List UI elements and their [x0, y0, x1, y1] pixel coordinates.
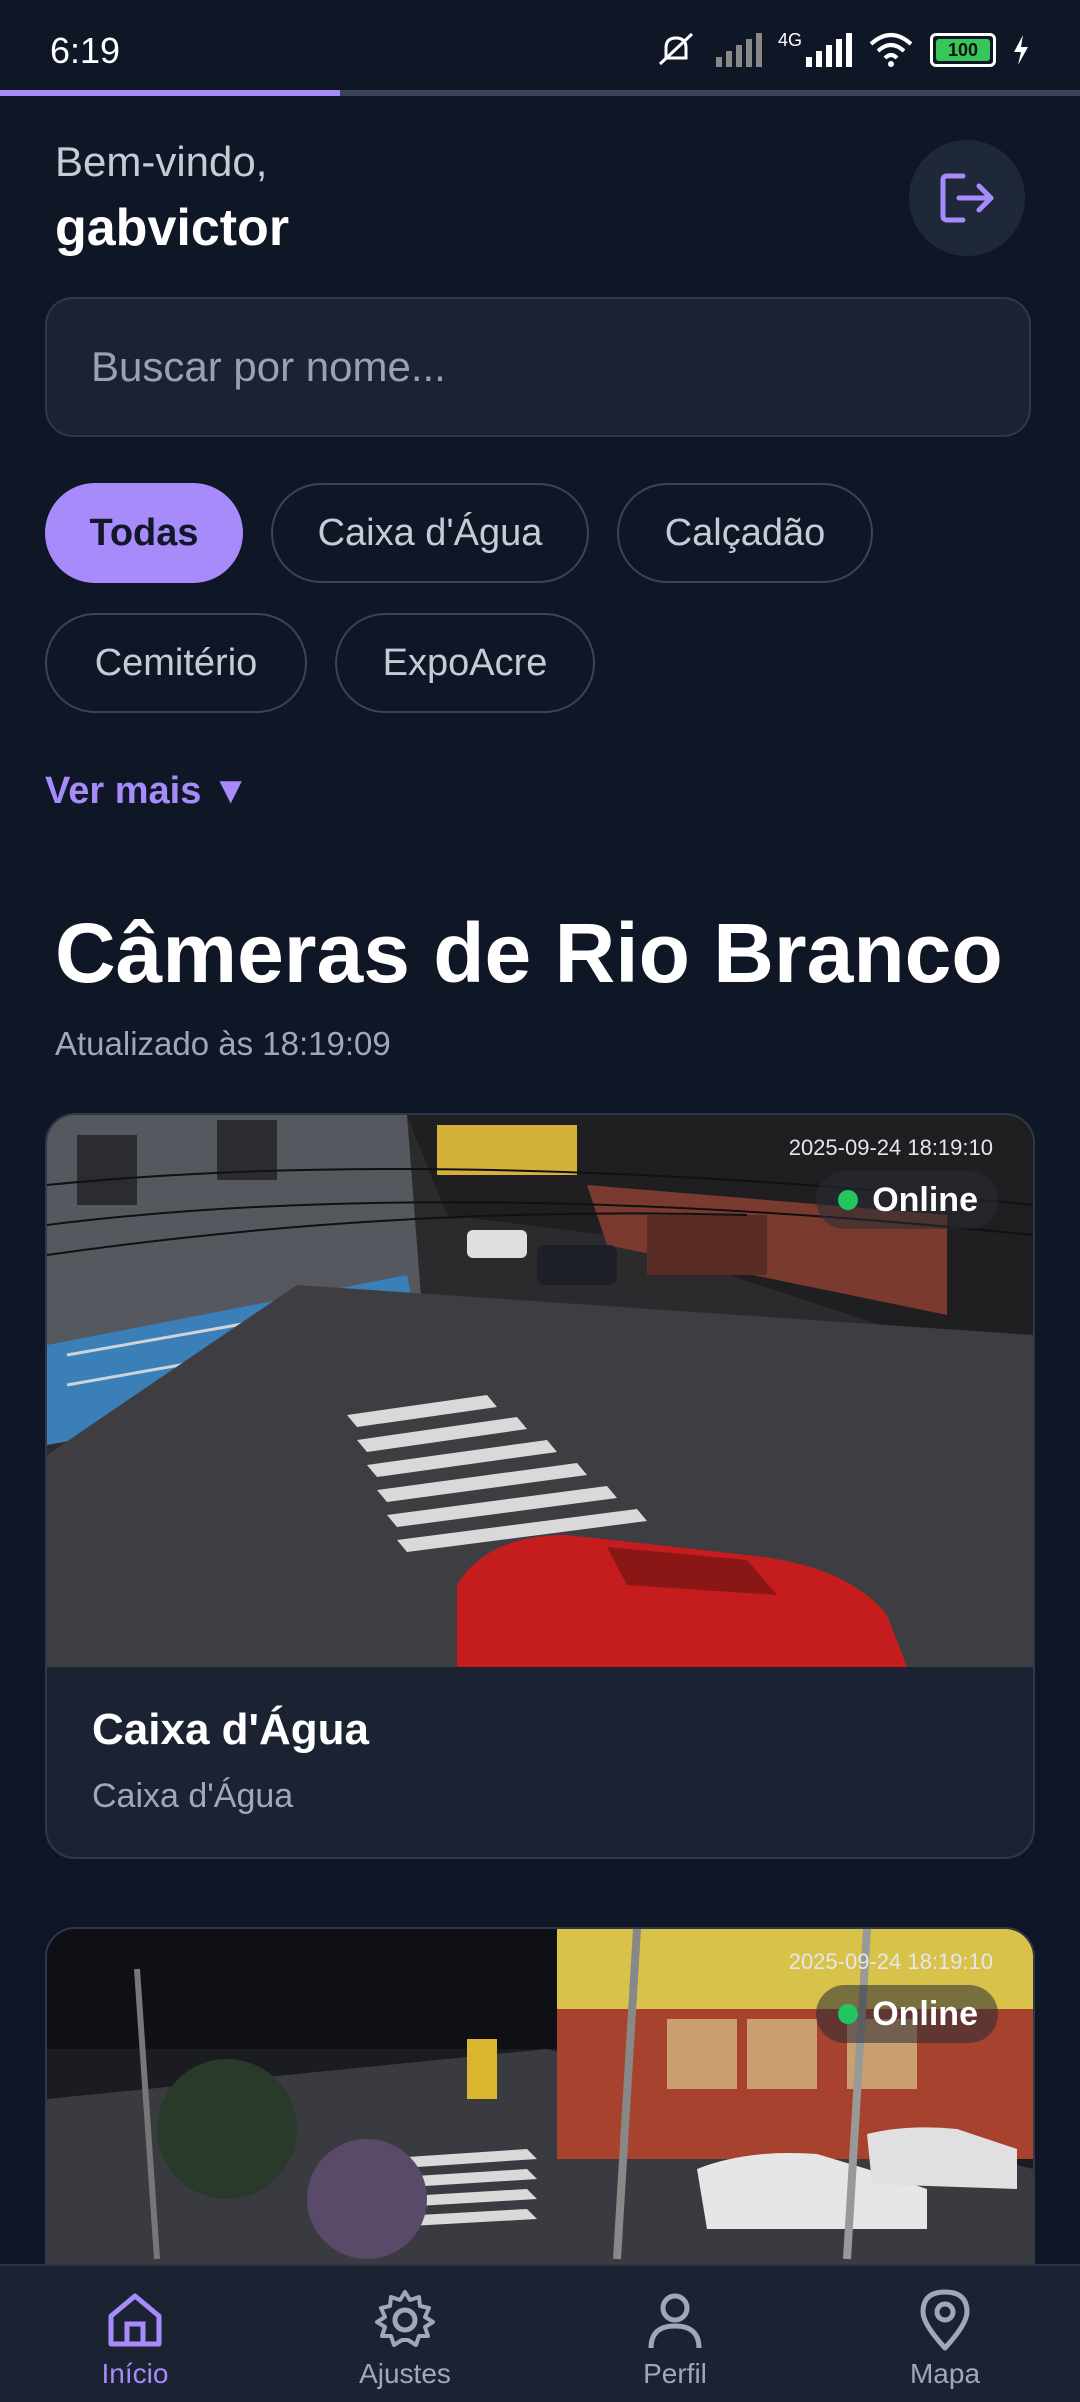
nav-label: Início: [101, 2358, 169, 2389]
mute-icon: [658, 32, 694, 66]
status-bar: 6:19 4G 100: [0, 0, 1080, 92]
search-placeholder: Buscar por nome...: [91, 343, 446, 390]
nav-item-inicio[interactable]: Início: [45, 2288, 225, 2390]
chip-caixa-dagua[interactable]: Caixa d'Água: [271, 483, 589, 583]
network-type: 4G: [777, 30, 802, 50]
camera-timestamp: 2025-09-24 18:19:10: [788, 1949, 993, 1974]
camera-feed-image[interactable]: 2025-09-24 18:19:10 Online: [47, 1929, 1033, 2305]
chip-expoacre[interactable]: ExpoAcre: [335, 613, 595, 713]
chip-calcadao[interactable]: Calçadão: [617, 483, 873, 583]
camera-location: Caixa d'Água: [92, 1777, 294, 1815]
battery-icon: 100: [930, 33, 996, 67]
battery-level: 100: [947, 39, 979, 60]
status-badge: Online: [816, 1985, 998, 2043]
page-title: Câmeras de Rio Branco: [55, 906, 1003, 1000]
camera-timestamp: 2025-09-24 18:19:10: [788, 1135, 993, 1160]
nav-label: Perfil: [643, 2358, 707, 2389]
loading-progress: [0, 90, 1080, 96]
welcome-text: Bem-vindo,: [55, 138, 268, 185]
gear-icon: [375, 2290, 435, 2347]
chip-todas[interactable]: Todas: [45, 483, 243, 583]
signal-icon: [715, 33, 762, 67]
nav-item-mapa[interactable]: Mapa: [855, 2288, 1035, 2390]
logout-button[interactable]: [909, 140, 1025, 256]
chip-cemiterio[interactable]: Cemitério: [45, 613, 307, 713]
map-pin-icon: [920, 2289, 970, 2351]
status-time: 6:19: [50, 30, 121, 71]
camera-feed-image[interactable]: 2025-09-24 18:19:10 Online: [47, 1115, 1033, 1667]
status-icons: 4G 100: [654, 30, 1030, 70]
camera-card[interactable]: 2025-09-24 18:19:10 Online Caixa d'Água …: [45, 1113, 1035, 1859]
camera-card[interactable]: 2025-09-24 18:19:10 Online: [45, 1927, 1035, 2307]
online-dot-icon: [838, 1190, 859, 1210]
user-icon: [648, 2293, 702, 2349]
status-badge: Online: [816, 1171, 998, 1229]
charging-icon: [1014, 35, 1028, 65]
nav-label: Mapa: [909, 2358, 981, 2389]
online-dot-icon: [838, 2004, 859, 2024]
nav-label: Ajustes: [359, 2358, 451, 2389]
home-icon: [108, 2293, 162, 2347]
see-more-link[interactable]: Ver mais ▼: [45, 770, 250, 813]
nav-item-perfil[interactable]: Perfil: [585, 2288, 765, 2390]
username: gabvictor: [55, 199, 290, 257]
loading-progress-fill: [0, 90, 341, 96]
wifi-icon: [869, 33, 913, 67]
search-input[interactable]: Buscar por nome...: [45, 297, 1031, 437]
nav-item-ajustes[interactable]: Ajustes: [315, 2288, 495, 2390]
camera-title: Caixa d'Água: [92, 1705, 369, 1754]
logout-icon: [940, 173, 994, 223]
signal-4g-icon: [806, 33, 852, 67]
status-label: Online: [872, 1180, 978, 1219]
status-label: Online: [872, 1994, 978, 2033]
last-updated: Atualizado às 18:19:09: [55, 1025, 391, 1062]
bottom-nav: Início Ajustes Perfil Mapa: [0, 2264, 1080, 2402]
